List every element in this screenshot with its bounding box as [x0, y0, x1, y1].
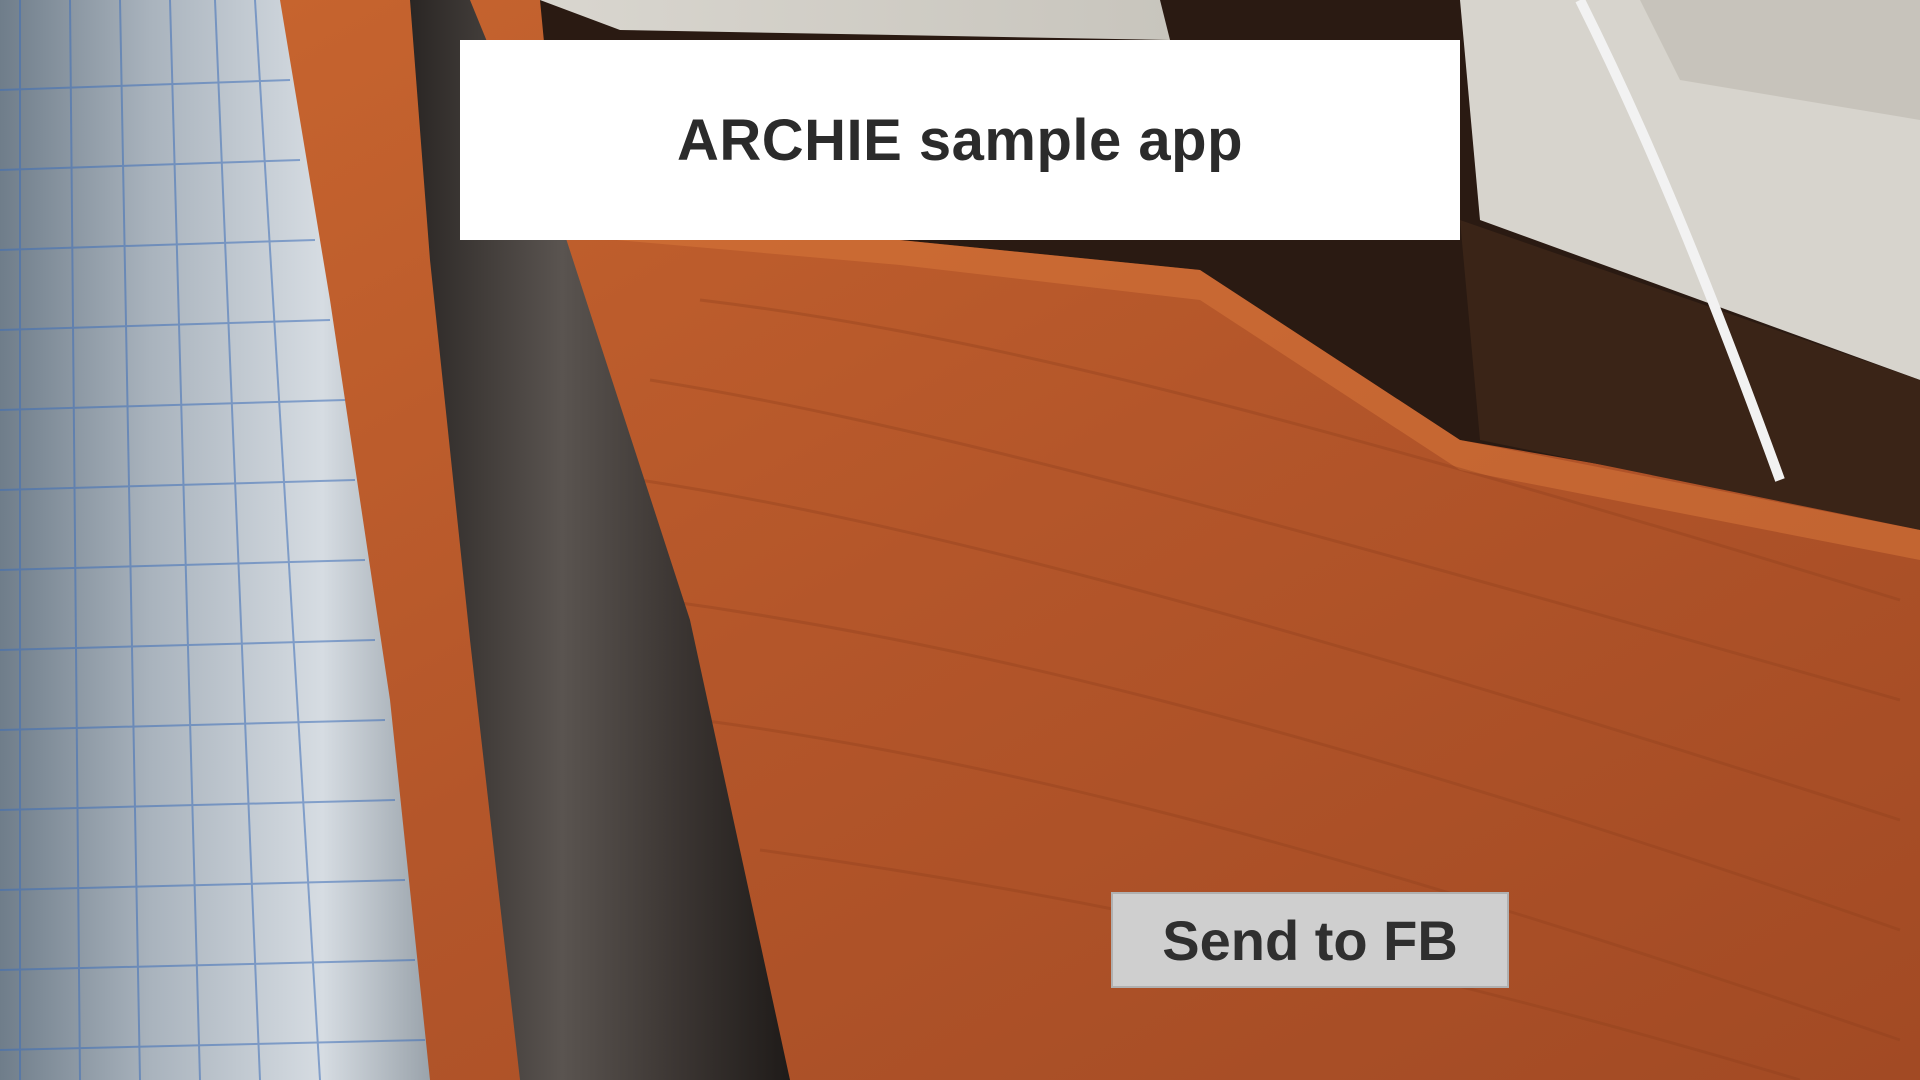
app-title-banner: ARCHIE sample app — [460, 40, 1460, 240]
ar-viewport: ARCHIE sample app Send to FB — [0, 0, 1920, 1080]
app-title: ARCHIE sample app — [676, 107, 1244, 173]
send-to-fb-button[interactable]: Send to FB — [1111, 892, 1509, 988]
send-to-fb-label: Send to FB — [1162, 908, 1458, 972]
